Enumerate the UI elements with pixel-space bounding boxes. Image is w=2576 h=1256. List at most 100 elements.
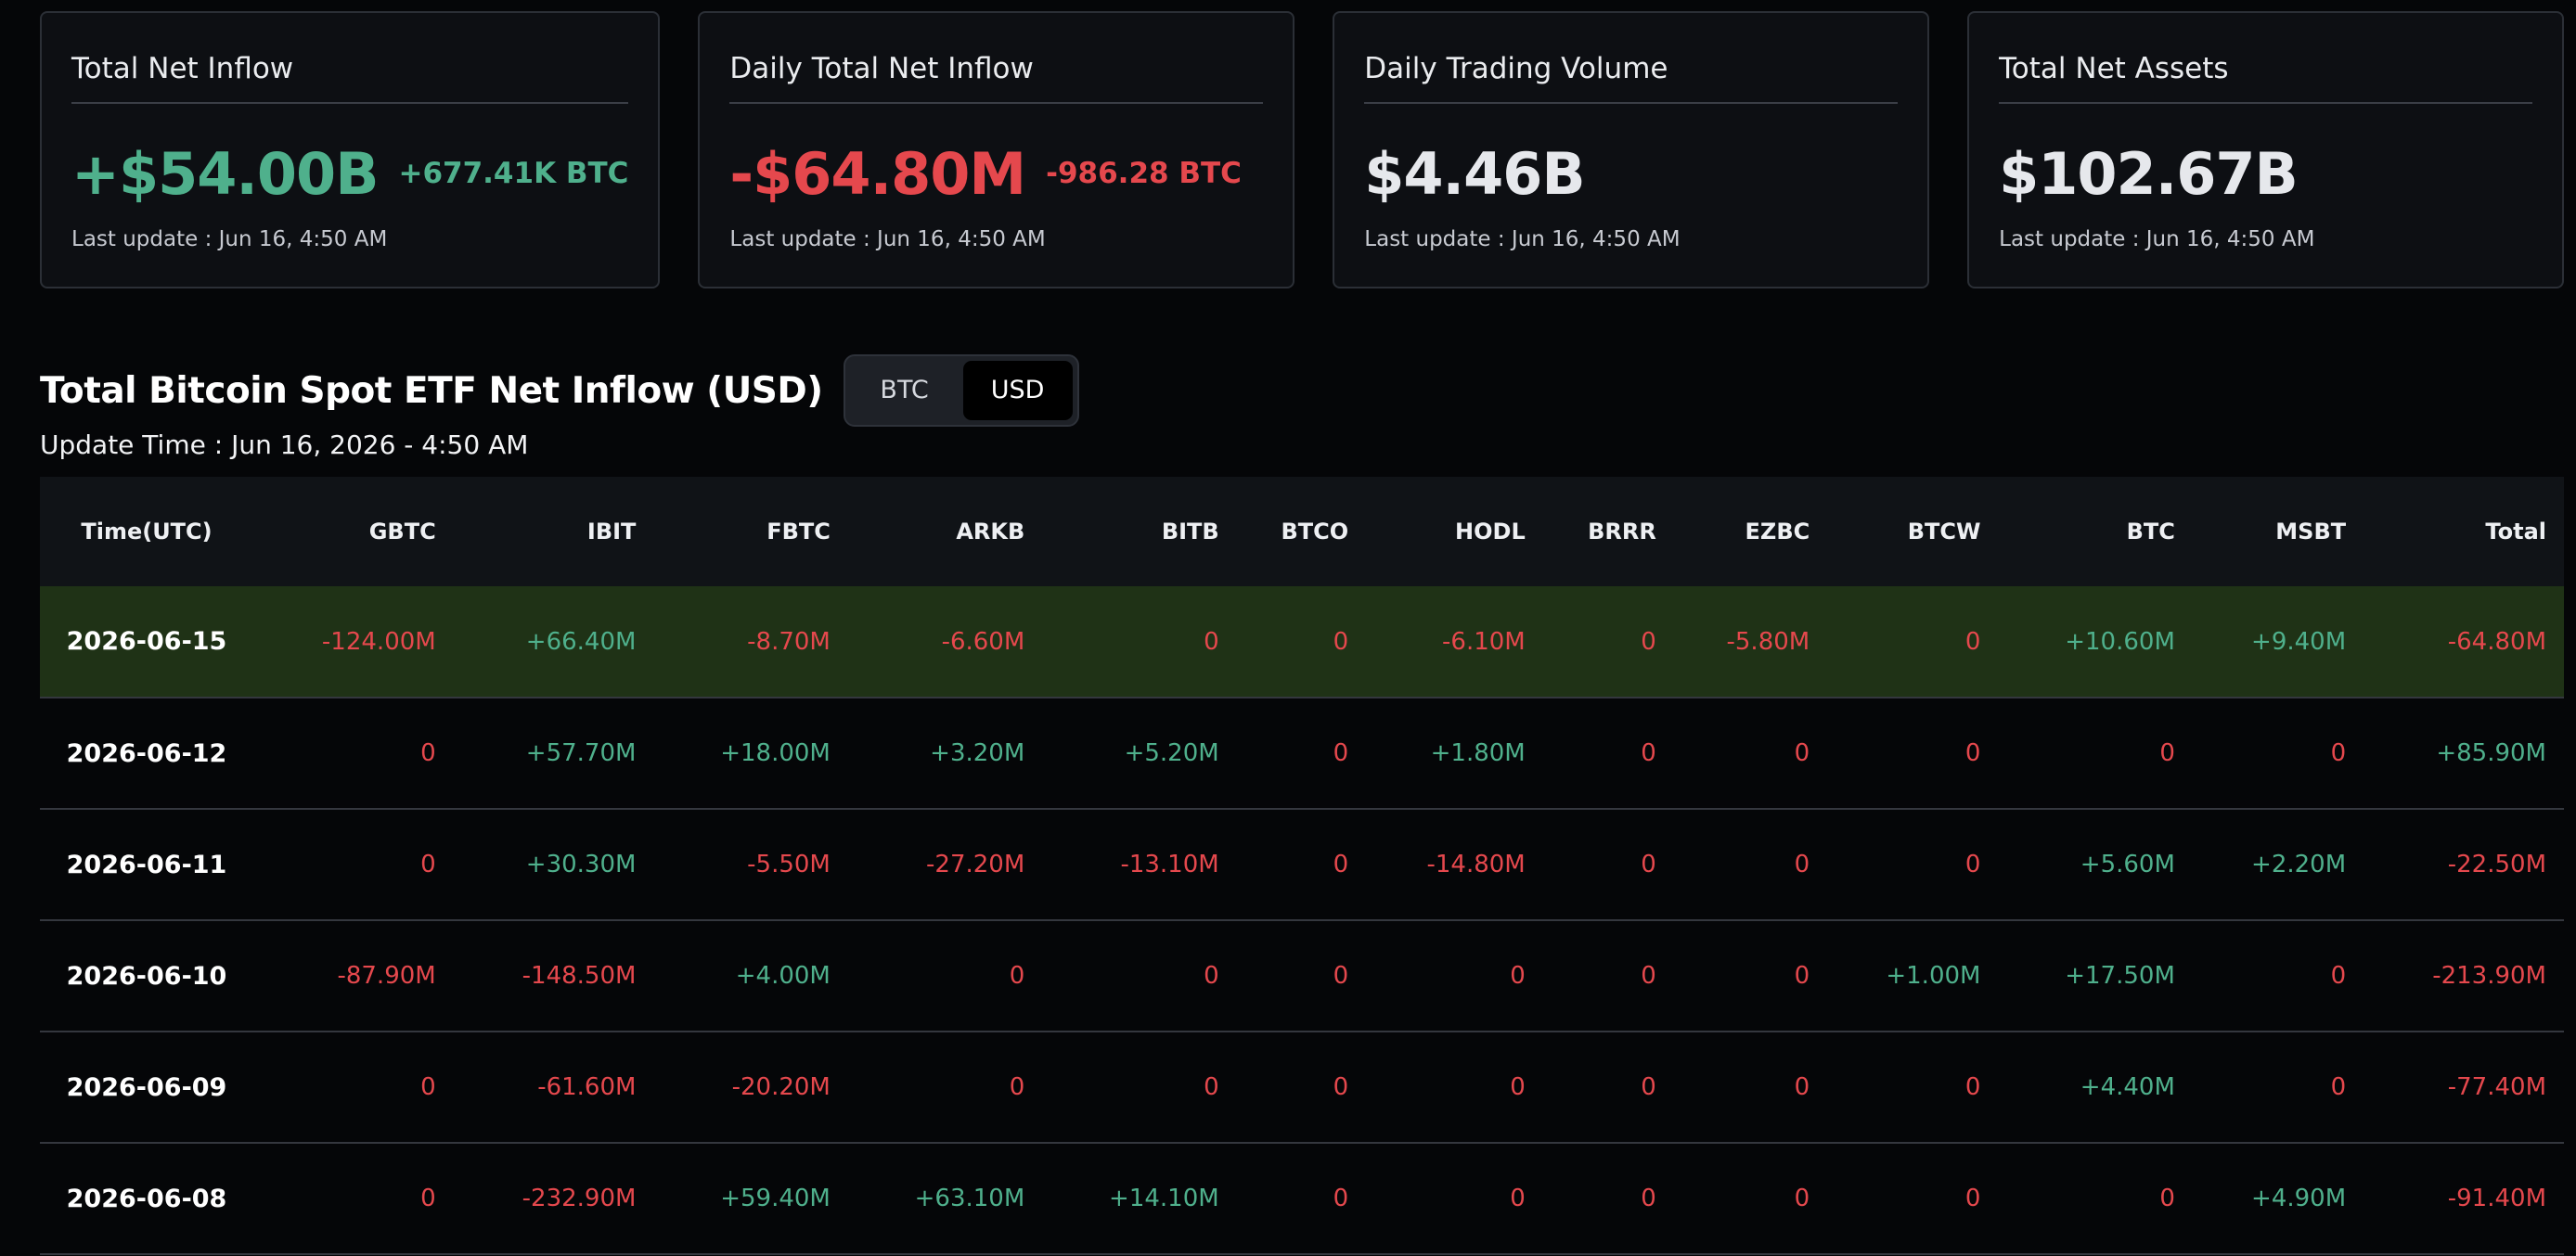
table-row: 2026-06-15 -124.00M +66.40M -8.70M -6.60M 0 0 -… (40, 586, 2564, 698)
flow-cell: 0 (420, 739, 436, 767)
card-title: Total Net Inflow (71, 52, 294, 85)
column-header-hodl: HODL (1455, 519, 1526, 545)
flow-cell: 0 (1009, 1073, 1025, 1101)
daily-total-net-inflow-card: Daily Total Net Inflow -$64.80M -986.28 … (698, 11, 1295, 288)
flow-cell: +17.50M (2065, 962, 2175, 990)
flow-cell: +63.10M (914, 1185, 1025, 1212)
section-header: Total Bitcoin Spot ETF Net Inflow (USD) … (40, 354, 1079, 427)
flow-cell: 0 (1641, 627, 1656, 656)
table-row: 2026-06-09 0 -61.60M -20.20M 0 0 0 0 0 0 0 +4.40M 0 -… (40, 1032, 2564, 1143)
flow-cell: 0 (1333, 962, 1349, 990)
card-last-update: Last update : Jun 16, 4:50 AM (1999, 227, 2315, 251)
column-header-brrr: BRRR (1588, 519, 1656, 545)
card-title: Daily Total Net Inflow (729, 52, 1034, 85)
flow-cell: 0 (420, 1185, 436, 1212)
flow-cell: +57.70M (525, 739, 637, 767)
flow-cell: 0 (1641, 851, 1656, 878)
card-divider (729, 102, 1264, 104)
card-divider (71, 102, 629, 104)
flow-cell: -77.40M (2447, 1073, 2546, 1101)
column-header-msbt: MSBT (2275, 519, 2347, 545)
flow-cell: 0 (1794, 1073, 1810, 1101)
flow-cell: -20.20M (731, 1073, 831, 1101)
date-cell: 2026-06-15 (66, 627, 227, 656)
column-header-ibit: IBIT (586, 519, 637, 545)
column-header-btc: BTC (2126, 519, 2175, 545)
flow-cell: 0 (1964, 739, 1981, 767)
toggle-usd-button[interactable]: USD (962, 361, 1073, 420)
flow-cell: 0 (2330, 962, 2347, 990)
flow-cell: -232.90M (522, 1185, 637, 1212)
flow-cell: 0 (1641, 739, 1656, 767)
column-header-ezbc: EZBC (1745, 519, 1810, 545)
flow-cell: 0 (1333, 627, 1349, 656)
flow-cell: -124.00M (321, 627, 436, 656)
column-header-time-utc: Time(UTC) (81, 519, 213, 545)
flow-cell: 0 (1794, 1185, 1810, 1212)
flow-cell: 0 (1964, 627, 1981, 656)
flow-cell: +66.40M (525, 627, 637, 656)
card-divider (1364, 102, 1899, 104)
date-cell: 2026-06-11 (66, 850, 227, 879)
flow-cell: -64.80M (2447, 627, 2546, 656)
table-row: 2026-06-10 -87.90M -148.50M +4.00M 0 0 0 0 0 0 +1.… (40, 920, 2564, 1032)
flow-cell: 0 (1333, 1073, 1349, 1101)
flow-cell: +10.60M (2065, 627, 2175, 656)
flow-cell: -87.90M (337, 962, 436, 990)
table-header-row: Time(UTC) GBTC IBIT FBTC ARKB BITB BTCO HODL BRR… (40, 477, 2564, 586)
flow-cell: -5.50M (747, 851, 831, 878)
flow-cell: +3.20M (930, 739, 1025, 767)
flow-cell: 0 (1641, 962, 1656, 990)
flow-cell: 0 (1794, 851, 1810, 878)
flow-cell: 0 (2330, 1073, 2347, 1101)
flow-cell: 0 (1794, 962, 1810, 990)
flow-cell: 0 (1333, 851, 1349, 878)
unit-toggle: BTC USD (843, 354, 1079, 427)
flow-cell: 0 (1009, 962, 1025, 990)
flow-cell: 0 (1204, 627, 1219, 656)
daily-trading-volume-card: Daily Trading Volume $4.46B Last update … (1333, 11, 1930, 288)
table-body: 2026-06-15 -124.00M +66.40M -8.70M -6.60M 0 0 -… (40, 586, 2564, 1254)
total-net-assets-card: Total Net Assets $102.67B Last update : … (1967, 11, 2564, 288)
flow-cell: 0 (1204, 1073, 1219, 1101)
card-sub-value: +677.41K BTC (398, 157, 629, 190)
flow-cell: -6.60M (941, 627, 1025, 656)
flow-cell: +4.00M (735, 962, 831, 990)
flow-cell: 0 (2330, 739, 2347, 767)
flow-cell: +4.40M (2080, 1073, 2175, 1101)
flow-cell: -61.60M (537, 1073, 637, 1101)
flow-cell: +85.90M (2436, 739, 2546, 767)
flow-cell: 0 (1964, 851, 1981, 878)
date-cell: 2026-06-10 (66, 961, 227, 991)
flow-cell: +30.30M (525, 851, 637, 878)
flow-cell: -148.50M (522, 962, 637, 990)
flow-cell: 0 (1510, 962, 1526, 990)
flow-cell: +5.20M (1124, 739, 1219, 767)
flow-cell: 0 (1510, 1073, 1526, 1101)
update-time: Update Time : Jun 16, 2026 - 4:50 AM (40, 429, 529, 460)
toggle-btc-button[interactable]: BTC (850, 361, 960, 420)
flow-cell: +59.40M (720, 1185, 831, 1212)
column-header-bitb: BITB (1161, 519, 1219, 545)
summary-cards: Total Net Inflow +$54.00B +677.41K BTC L… (40, 11, 2564, 288)
flow-cell: 0 (1510, 1185, 1526, 1212)
card-title: Daily Trading Volume (1364, 52, 1668, 85)
flow-cell: 0 (1333, 739, 1349, 767)
flow-cell: +9.40M (2251, 627, 2347, 656)
card-last-update: Last update : Jun 16, 4:50 AM (1364, 227, 1681, 251)
date-cell: 2026-06-09 (66, 1072, 227, 1102)
flow-cell: 0 (1964, 1073, 1981, 1101)
column-header-btcw: BTCW (1907, 519, 1981, 545)
table-row: 2026-06-08 0 -232.90M +59.40M +63.10M +14.10M… (40, 1143, 2564, 1254)
flow-cell: +18.00M (720, 739, 831, 767)
flow-cell: -27.20M (926, 851, 1025, 878)
flow-cell: +14.10M (1109, 1185, 1219, 1212)
column-header-fbtc: FBTC (766, 519, 831, 545)
date-cell: 2026-06-12 (66, 738, 227, 768)
table-row: 2026-06-11 0 +30.30M -5.50M -27.20M -13.10M 0 -… (40, 809, 2564, 920)
flow-cell: +5.60M (2080, 851, 2175, 878)
card-last-update: Last update : Jun 16, 4:50 AM (729, 227, 1046, 251)
flow-cell: -13.10M (1120, 851, 1219, 878)
table-row: 2026-06-12 0 +57.70M +18.00M +3.20M +5.20M 0 +1… (40, 698, 2564, 809)
flow-cell: 0 (1794, 739, 1810, 767)
